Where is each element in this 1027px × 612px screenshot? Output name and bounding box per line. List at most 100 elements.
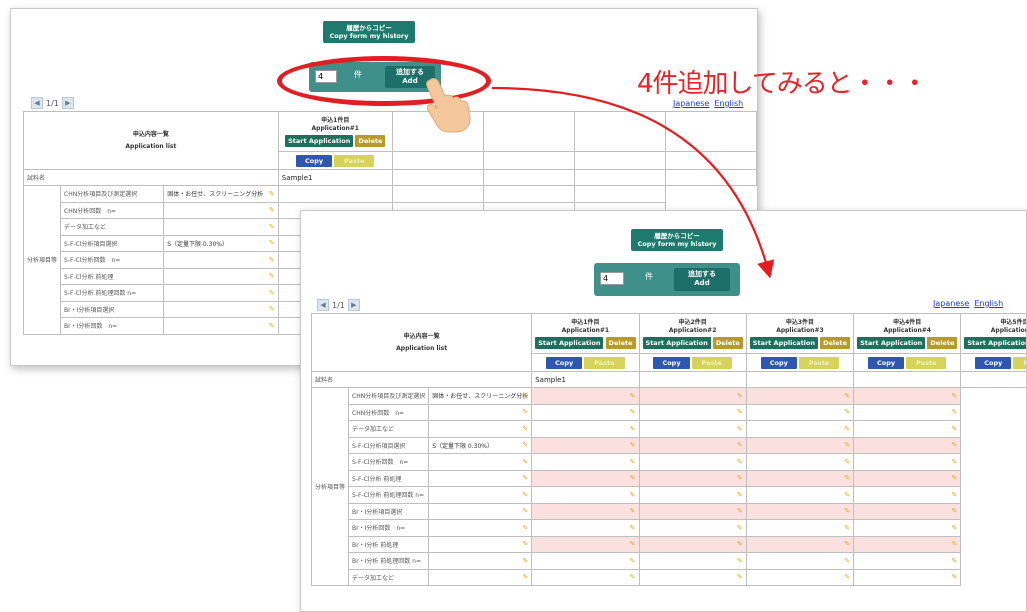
pencil-icon[interactable]: ✎ bbox=[737, 458, 743, 466]
start-application-button[interactable]: Start Application bbox=[642, 336, 711, 349]
pencil-icon[interactable]: ✎ bbox=[269, 190, 275, 198]
application-field-cell[interactable]: ✎ bbox=[853, 568, 962, 586]
application-field-cell[interactable] bbox=[391, 185, 484, 203]
pencil-icon[interactable]: ✎ bbox=[630, 524, 636, 532]
next-page-button[interactable]: ▶ bbox=[347, 299, 360, 311]
sample-name-input[interactable] bbox=[853, 371, 962, 388]
row-value-cell[interactable]: 固体・お任せ、スクリーニング分析 ✎ bbox=[428, 387, 533, 405]
pencil-icon[interactable]: ✎ bbox=[737, 392, 743, 400]
application-field-cell[interactable] bbox=[482, 185, 575, 203]
application-field-cell[interactable]: ✎ bbox=[853, 535, 962, 553]
row-value-cell[interactable]: ✎ bbox=[428, 535, 533, 553]
prev-page-button[interactable]: ◀ bbox=[31, 97, 43, 109]
application-field-cell[interactable]: ✎ bbox=[531, 552, 640, 570]
pencil-icon[interactable]: ✎ bbox=[737, 507, 743, 515]
pencil-icon[interactable]: ✎ bbox=[269, 239, 275, 247]
copy-button[interactable]: Copy bbox=[653, 356, 690, 369]
pencil-icon[interactable]: ✎ bbox=[737, 491, 743, 499]
application-field-cell[interactable]: ✎ bbox=[638, 420, 747, 438]
start-application-button[interactable]: Start Application bbox=[285, 134, 354, 147]
pencil-icon[interactable]: ✎ bbox=[844, 491, 850, 499]
application-field-cell[interactable]: ✎ bbox=[745, 486, 855, 504]
pencil-icon[interactable]: ✎ bbox=[269, 256, 275, 264]
application-field-cell[interactable]: ✎ bbox=[531, 535, 640, 553]
pencil-icon[interactable]: ✎ bbox=[630, 540, 636, 548]
row-value-cell[interactable]: ✎ bbox=[428, 403, 533, 421]
pencil-icon[interactable]: ✎ bbox=[522, 441, 528, 449]
pencil-icon[interactable]: ✎ bbox=[522, 474, 528, 482]
application-field-cell[interactable]: ✎ bbox=[745, 502, 855, 520]
application-field-cell[interactable]: ✎ bbox=[853, 502, 962, 520]
application-field-cell[interactable]: ✎ bbox=[745, 453, 855, 471]
pencil-icon[interactable]: ✎ bbox=[951, 425, 957, 433]
pencil-icon[interactable]: ✎ bbox=[269, 206, 275, 214]
copy-button[interactable]: Copy bbox=[296, 154, 333, 167]
pencil-icon[interactable]: ✎ bbox=[630, 557, 636, 565]
application-field-cell[interactable]: ✎ bbox=[745, 552, 855, 570]
application-field-cell[interactable]: ✎ bbox=[638, 453, 747, 471]
pencil-icon[interactable]: ✎ bbox=[951, 507, 957, 515]
application-field-cell[interactable]: ✎ bbox=[853, 486, 962, 504]
application-field-cell[interactable]: ✎ bbox=[745, 403, 855, 421]
application-field-cell[interactable]: ✎ bbox=[853, 436, 962, 454]
sample-name-input[interactable] bbox=[482, 169, 575, 186]
pencil-icon[interactable]: ✎ bbox=[269, 272, 275, 280]
pencil-icon[interactable]: ✎ bbox=[737, 540, 743, 548]
pencil-icon[interactable]: ✎ bbox=[630, 392, 636, 400]
application-field-cell[interactable]: ✎ bbox=[638, 387, 747, 405]
pencil-icon[interactable]: ✎ bbox=[522, 524, 528, 532]
pencil-icon[interactable]: ✎ bbox=[630, 491, 636, 499]
row-value-cell[interactable]: ✎ bbox=[163, 267, 279, 285]
application-field-cell[interactable]: ✎ bbox=[853, 420, 962, 438]
application-field-cell[interactable]: ✎ bbox=[531, 502, 640, 520]
prev-page-button[interactable]: ◀ bbox=[317, 299, 329, 311]
pencil-icon[interactable]: ✎ bbox=[844, 540, 850, 548]
row-value-cell[interactable]: ✎ bbox=[163, 251, 279, 269]
lang-japanese-link[interactable]: Japanese bbox=[933, 299, 969, 308]
application-count-input[interactable]: 4 bbox=[600, 272, 624, 285]
next-page-button[interactable]: ▶ bbox=[61, 97, 74, 109]
sample-name-input[interactable]: Sample1 bbox=[277, 169, 393, 186]
pencil-icon[interactable]: ✎ bbox=[630, 425, 636, 433]
pencil-icon[interactable]: ✎ bbox=[737, 408, 743, 416]
row-value-cell[interactable]: ✎ bbox=[428, 420, 533, 438]
application-field-cell[interactable]: ✎ bbox=[531, 519, 640, 537]
pencil-icon[interactable]: ✎ bbox=[844, 573, 850, 581]
application-field-cell[interactable]: ✎ bbox=[638, 403, 747, 421]
start-application-button[interactable]: Start Application bbox=[535, 336, 604, 349]
pencil-icon[interactable]: ✎ bbox=[522, 458, 528, 466]
pencil-icon[interactable]: ✎ bbox=[522, 557, 528, 565]
pencil-icon[interactable]: ✎ bbox=[951, 557, 957, 565]
pencil-icon[interactable]: ✎ bbox=[951, 441, 957, 449]
pencil-icon[interactable]: ✎ bbox=[844, 441, 850, 449]
pencil-icon[interactable]: ✎ bbox=[630, 573, 636, 581]
pencil-icon[interactable]: ✎ bbox=[269, 305, 275, 313]
row-value-cell[interactable]: ✎ bbox=[163, 300, 279, 318]
copy-from-history-button[interactable]: 履歴からコピー Copy form my history bbox=[323, 21, 415, 43]
application-field-cell[interactable]: ✎ bbox=[853, 552, 962, 570]
pencil-icon[interactable]: ✎ bbox=[844, 507, 850, 515]
delete-button[interactable]: Delete bbox=[927, 336, 958, 349]
paste-button[interactable]: Paste bbox=[1013, 356, 1026, 369]
row-value-cell[interactable]: ✎ bbox=[428, 453, 533, 471]
sample-name-input[interactable] bbox=[638, 371, 747, 388]
application-field-cell[interactable]: ✎ bbox=[853, 387, 962, 405]
paste-button[interactable]: Paste bbox=[334, 154, 375, 167]
pencil-icon[interactable]: ✎ bbox=[951, 474, 957, 482]
application-field-cell[interactable]: ✎ bbox=[745, 436, 855, 454]
application-field-cell[interactable]: ✎ bbox=[531, 403, 640, 421]
row-value-cell[interactable]: ✎ bbox=[163, 317, 279, 335]
pencil-icon[interactable]: ✎ bbox=[844, 392, 850, 400]
paste-button[interactable]: Paste bbox=[906, 356, 947, 369]
pencil-icon[interactable]: ✎ bbox=[522, 507, 528, 515]
pencil-icon[interactable]: ✎ bbox=[630, 408, 636, 416]
pencil-icon[interactable]: ✎ bbox=[269, 289, 275, 297]
application-field-cell[interactable]: ✎ bbox=[638, 519, 747, 537]
row-value-cell[interactable]: ✎ bbox=[428, 502, 533, 520]
application-field-cell[interactable] bbox=[277, 185, 393, 203]
row-value-cell[interactable]: ✎ bbox=[428, 568, 533, 586]
application-field-cell[interactable]: ✎ bbox=[745, 519, 855, 537]
row-value-cell[interactable]: ✎ bbox=[428, 486, 533, 504]
sample-name-input[interactable] bbox=[573, 169, 666, 186]
pencil-icon[interactable]: ✎ bbox=[522, 491, 528, 499]
